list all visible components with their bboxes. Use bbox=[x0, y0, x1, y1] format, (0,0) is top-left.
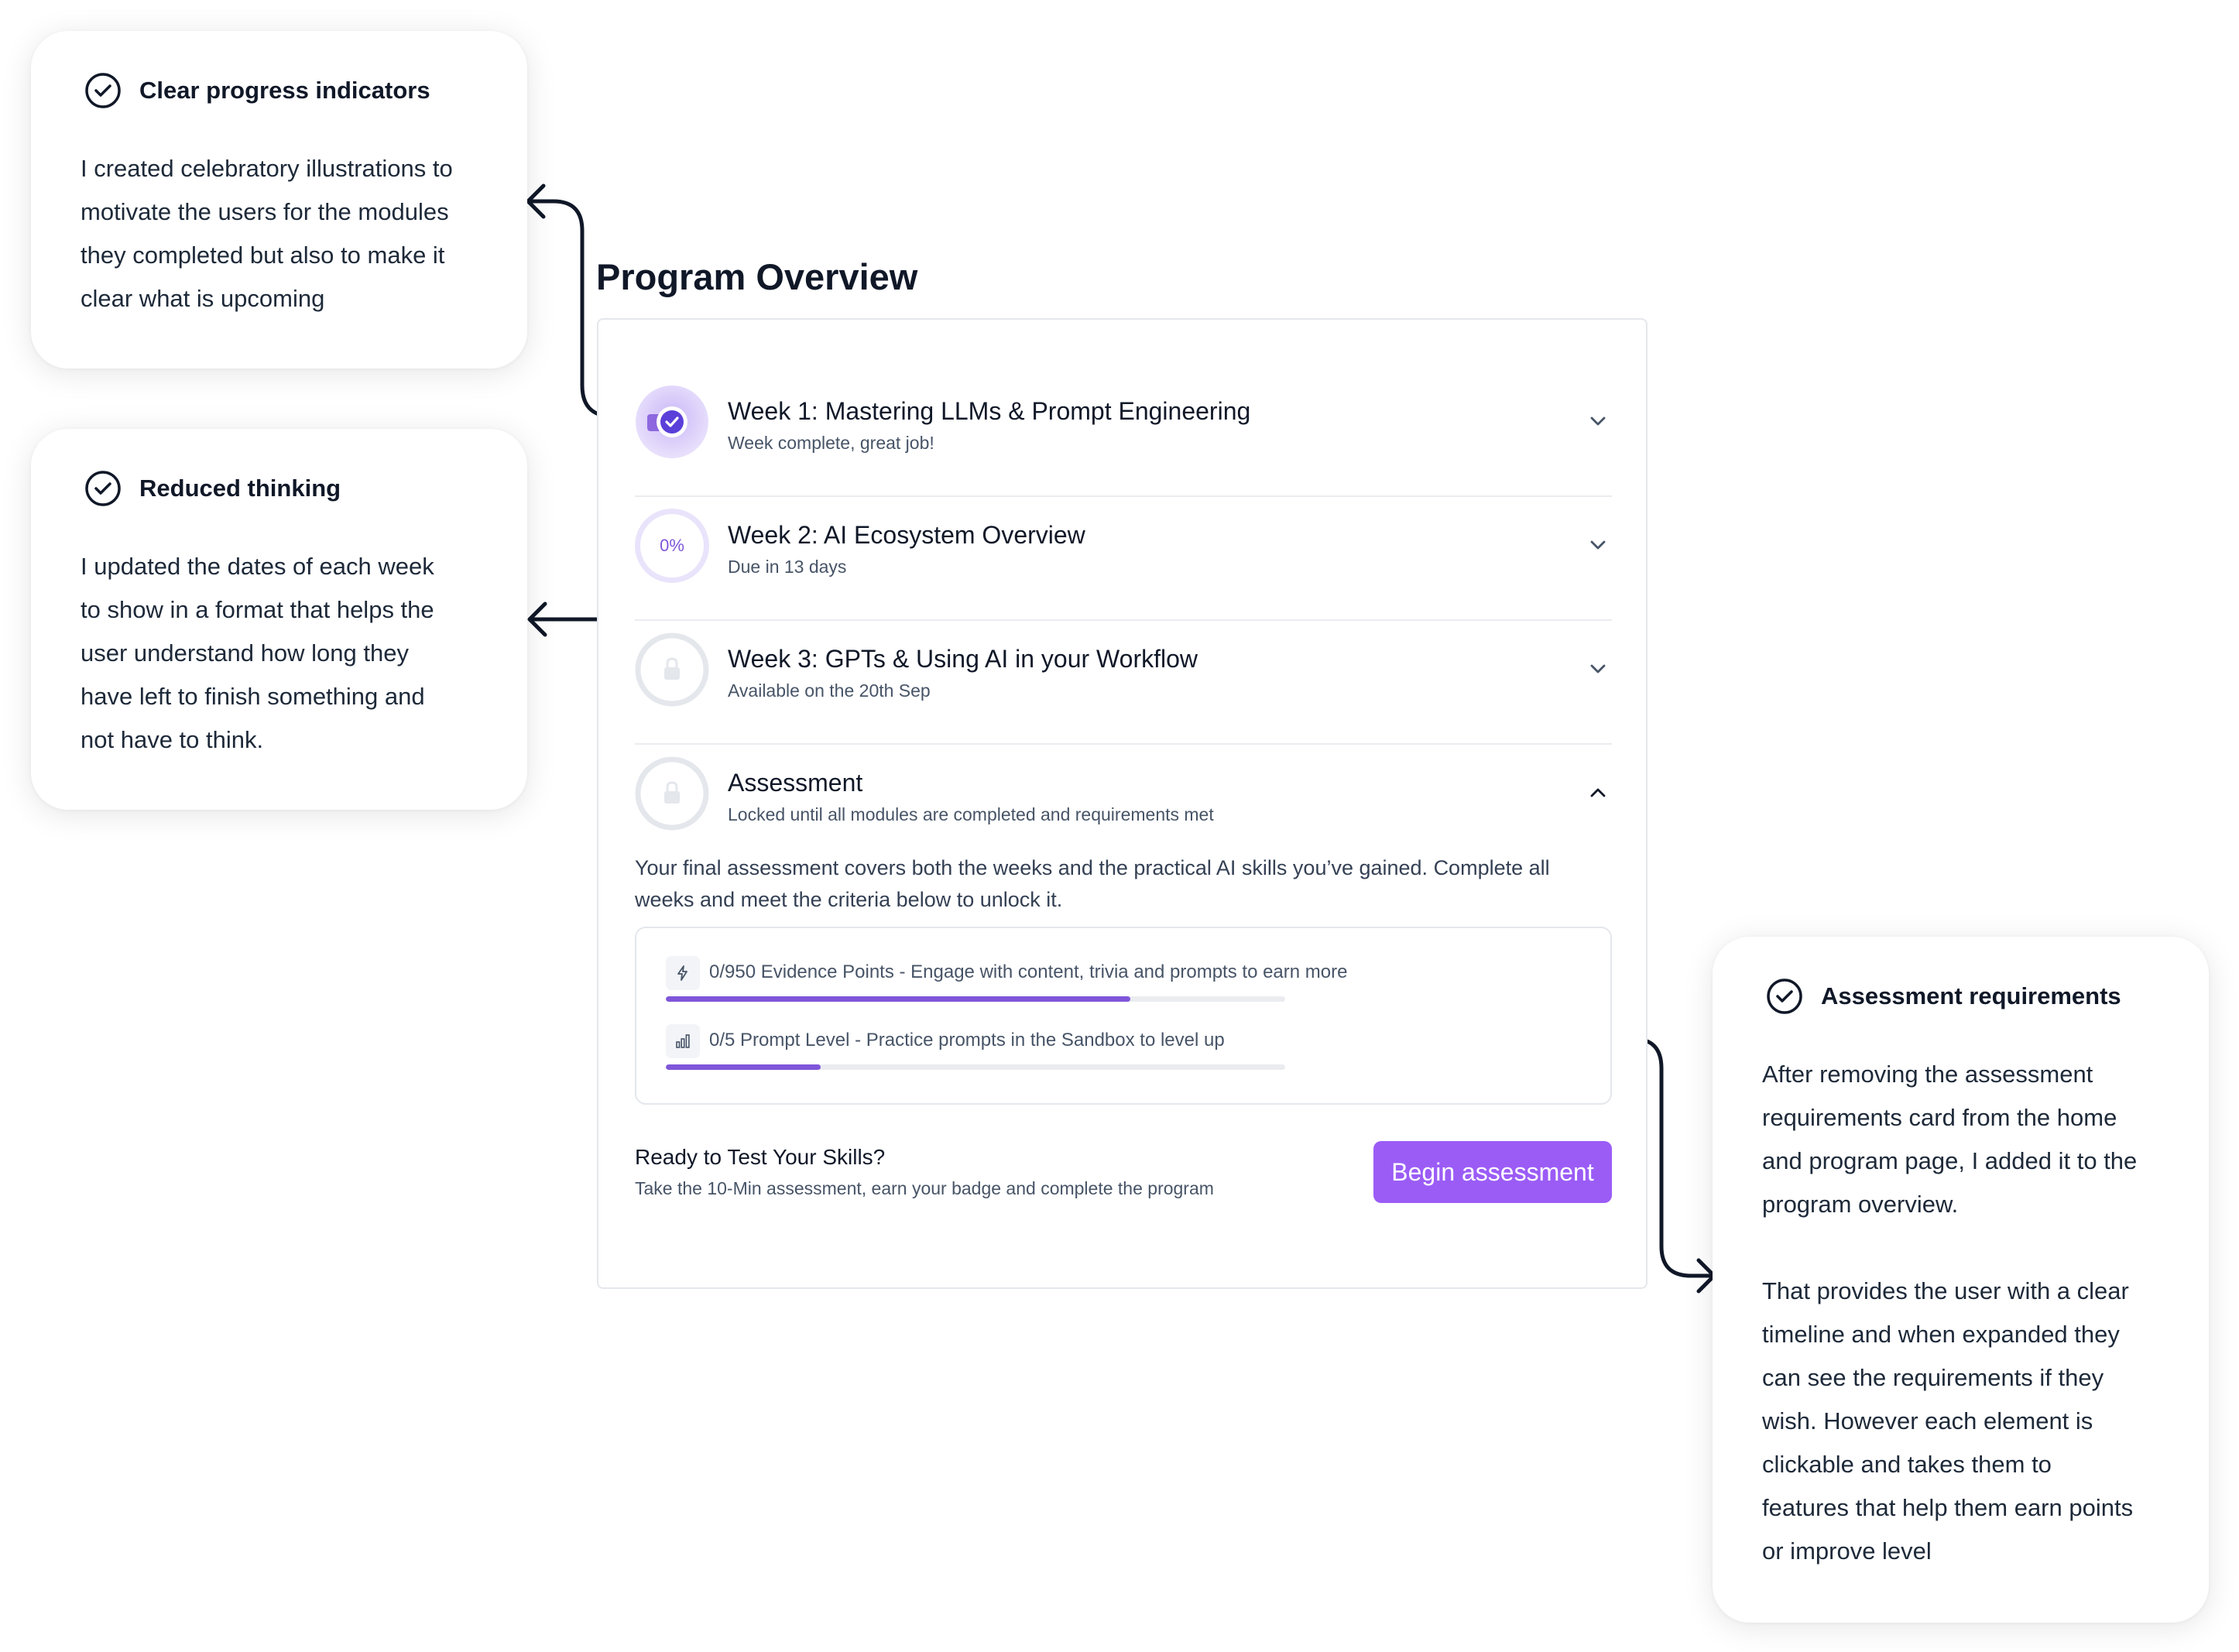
lock-icon bbox=[635, 756, 709, 831]
ready-subtitle: Take the 10-Min assessment, earn your ba… bbox=[635, 1178, 1214, 1198]
assessment-description: Your final assessment covers both the we… bbox=[635, 856, 1550, 911]
check-circle-icon bbox=[85, 471, 121, 506]
begin-assessment-button[interactable]: Begin assessment bbox=[1373, 1141, 1612, 1203]
note-line: requirements card from the home bbox=[1762, 1104, 2117, 1131]
program-overview-card: Week 1: Mastering LLMs & Prompt Engineer… bbox=[597, 318, 1648, 1289]
note-reduced-thinking: Reduced thinking I updated the dates of … bbox=[31, 429, 527, 810]
arrow-progress-head bbox=[526, 183, 546, 219]
chevron-down-icon[interactable] bbox=[1584, 407, 1612, 435]
week-subtitle: Week complete, great job! bbox=[728, 433, 934, 453]
note-assessment-requirements: Assessment requirements After removing t… bbox=[1713, 937, 2209, 1623]
note-body: I updated the dates of each week to show… bbox=[81, 545, 434, 762]
progress-bar-fill bbox=[666, 996, 1130, 1002]
note-line: After removing the assessment bbox=[1762, 1061, 2093, 1088]
week-subtitle: Due in 13 days bbox=[728, 557, 847, 577]
note-line: features that help them earn points bbox=[1762, 1494, 2134, 1521]
requirements-box: 0/950 Evidence Points - Engage with cont… bbox=[635, 927, 1612, 1105]
lightning-icon bbox=[666, 956, 700, 990]
progress-bar bbox=[666, 996, 1285, 1002]
week-row-1[interactable]: Week 1: Mastering LLMs & Prompt Engineer… bbox=[635, 372, 1612, 497]
week-subtitle: Available on the 20th Sep bbox=[728, 680, 931, 701]
note-line: timeline and when expanded they bbox=[1762, 1321, 2120, 1348]
week-title: Week 3: GPTs & Using AI in your Workflow bbox=[728, 645, 1198, 673]
note-body: After removing the assessment requiremen… bbox=[1762, 1053, 2137, 1573]
requirement-text: 0/5 Prompt Level - Practice prompts in t… bbox=[709, 1030, 1225, 1050]
note-line: That provides the user with a clear bbox=[1762, 1277, 2129, 1304]
chevron-down-icon[interactable] bbox=[1584, 531, 1612, 559]
week-row-3[interactable]: Week 3: GPTs & Using AI in your Workflow… bbox=[635, 619, 1612, 745]
note-body: I created celebratory illustrations to m… bbox=[81, 147, 453, 320]
ready-title: Ready to Test Your Skills? bbox=[635, 1145, 886, 1169]
note-line: program overview. bbox=[1762, 1191, 1959, 1218]
note-title: Assessment requirements bbox=[1821, 982, 2121, 1009]
lock-icon bbox=[635, 632, 709, 707]
note-line: they completed but also to make it bbox=[81, 242, 445, 269]
note-line: I created celebratory illustrations to bbox=[81, 155, 453, 182]
note-line: to show in a format that helps the bbox=[81, 596, 434, 623]
assessment-row[interactable]: Assessment Locked until all modules are … bbox=[635, 743, 1612, 867]
note-line: clear what is upcoming bbox=[81, 285, 325, 312]
note-line: or improve level bbox=[1762, 1537, 1932, 1565]
chevron-down-icon[interactable] bbox=[1584, 655, 1612, 683]
note-line: and program page, I added it to the bbox=[1762, 1147, 2138, 1174]
note-header: Clear progress indicators bbox=[84, 71, 430, 110]
note-line bbox=[1762, 1226, 2137, 1270]
progress-bar-fill bbox=[666, 1064, 821, 1070]
note-line: clickable and takes them to bbox=[1762, 1451, 2052, 1478]
note-line: not have to think. bbox=[81, 726, 264, 753]
arrow-requirements-head bbox=[1696, 1258, 1716, 1294]
note-title: Reduced thinking bbox=[139, 475, 341, 502]
arrow-thinking-head bbox=[527, 602, 547, 637]
progress-ring-icon: 0% bbox=[635, 509, 709, 583]
week-title: Week 1: Mastering LLMs & Prompt Engineer… bbox=[728, 397, 1251, 425]
note-progress-indicators: Clear progress indicators I created cele… bbox=[31, 31, 527, 368]
week-title: Week 2: AI Ecosystem Overview bbox=[728, 521, 1085, 549]
note-line: can see the requirements if they bbox=[1762, 1364, 2104, 1391]
note-header: Assessment requirements bbox=[1765, 977, 2121, 1016]
note-line: wish. However each element is bbox=[1762, 1407, 2093, 1434]
progress-bar bbox=[666, 1064, 1285, 1070]
check-circle-icon bbox=[1767, 979, 1802, 1014]
week-row-2[interactable]: 0% Week 2: AI Ecosystem Overview Due in … bbox=[635, 495, 1612, 621]
requirement-text: 0/950 Evidence Points - Engage with cont… bbox=[709, 961, 1348, 982]
note-line: user understand how long they bbox=[81, 639, 409, 667]
note-line: motivate the users for the modules bbox=[81, 198, 449, 225]
note-title: Clear progress indicators bbox=[139, 77, 430, 104]
assessment-title: Assessment bbox=[728, 769, 863, 797]
progress-percent: 0% bbox=[660, 536, 684, 555]
note-line: have left to finish something and bbox=[81, 683, 425, 710]
completed-badge-icon bbox=[636, 386, 708, 458]
check-circle-icon bbox=[85, 73, 121, 108]
bar-chart-icon bbox=[666, 1024, 700, 1058]
chevron-up-icon[interactable] bbox=[1584, 779, 1612, 807]
page-title: Program Overview bbox=[596, 256, 918, 297]
note-line: I updated the dates of each week bbox=[81, 553, 434, 580]
note-header: Reduced thinking bbox=[84, 469, 341, 508]
assessment-subtitle: Locked until all modules are completed a… bbox=[728, 804, 1214, 824]
